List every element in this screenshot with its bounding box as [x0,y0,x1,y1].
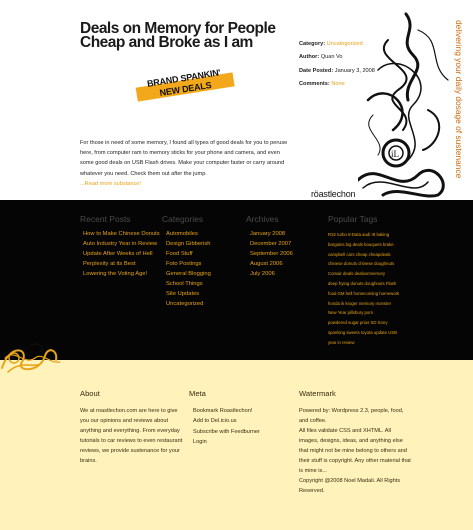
recent-posts-heading: Recent Posts [80,214,131,224]
recent-post-link[interactable]: Update After Weeks of Hell [83,250,160,260]
about-heading: About [80,389,100,398]
meta-link[interactable]: Subscribe with Feedburner [193,427,289,437]
meta-author-value: Quan Vo [320,54,343,61]
archive-link[interactable]: December 2007 [250,240,293,250]
tag-cloud-line[interactable]: food GM hell homecoming homework [328,289,399,299]
recent-post-link[interactable]: Lowering the Voting Age! [83,270,160,280]
popular-tags-heading: Popular Tags [328,214,378,224]
svg-text:iL: iL [391,149,399,159]
meta-link[interactable]: Bookmark Roastlechon! [193,406,289,416]
tag-cloud-line[interactable]: deep frying donuts doughnuts Flash [328,279,399,289]
tag-cloud-line[interactable]: honda ik kroger memory monster [328,299,399,309]
recent-post-link[interactable]: Perplexity at its Best [83,260,160,270]
watermark-heading: Watermark [299,389,336,398]
widget-bar: Recent Posts How to Make Chinese Donuts … [0,200,473,360]
meta-comments-link[interactable]: None [331,81,344,87]
read-more-link[interactable]: ...Read more substance! [80,179,292,189]
tag-cloud-line[interactable]: R32 turbo 8-Data audi r8 baking [328,230,399,240]
category-link[interactable]: Foto Postings [166,260,211,270]
archive-link[interactable]: July 2006 [250,270,293,280]
decorative-swirl-left [1,343,61,373]
watermark-copyright: Copyright @2008 Noel Madali. All Rights … [299,478,401,494]
category-link[interactable]: Food Stuff [166,250,211,260]
meta-date-label: Date Posted: [299,67,334,74]
recent-posts-widget: Recent Posts How to Make Chinese Donuts … [80,214,160,280]
post-excerpt: For those in need of some memory, I foun… [80,138,292,189]
category-link[interactable]: School Things [166,280,211,290]
popular-tags-widget: Popular Tags R32 turbo 8-Data audi r8 ba… [328,214,399,348]
brand-spankin-badge: BRAND SPANKIN' NEW DEALS [131,65,240,107]
category-link[interactable]: Design Gibberish [166,240,211,250]
site-tagline: delivering your daily dosage of sustenan… [454,20,464,179]
tag-cloud-line[interactable]: spanking sweets toyota update USB [328,328,399,338]
meta-author-label: Author: [299,54,320,61]
tag-cloud-line[interactable]: New Year pillsbury porn [328,308,399,318]
footer-about: About We at roastlechon.com are here to … [80,389,188,466]
recent-post-link[interactable]: Auto Industry Year in Review [83,240,160,250]
tag-cloud-line[interactable]: bargains big deals bouquets brake [328,240,399,250]
archive-link[interactable]: August 2006 [250,260,293,270]
footer-watermark: Watermark Powered by: Wordpress 2.3, peo… [299,389,411,496]
archive-link[interactable]: September 2006 [250,250,293,260]
category-link[interactable]: Site Updates [166,290,211,300]
watermark-powered-by: Powered by: Wordpress 2.3, people, food,… [299,408,404,424]
archives-widget: Archives January 2008 December 2007 Sept… [246,214,293,280]
watermark-validation: All files validate CSS and XHTML. All im… [299,428,411,474]
meta-heading: Meta [189,389,206,398]
footer: About We at roastlechon.com are here to … [0,360,473,530]
about-text: We at roastlechon.com are here to give y… [80,408,183,464]
category-link[interactable]: Uncategorized [166,300,211,310]
post-title[interactable]: Deals on Memory for People Cheap and Bro… [80,21,280,51]
post-body-text: For those in need of some memory, I foun… [80,140,288,177]
categories-widget: Categories Automobiles Design Gibberish … [162,214,211,310]
tag-cloud-line[interactable]: Corsair deals dealsonmemory [328,269,399,279]
archives-heading: Archives [246,214,279,224]
tag-cloud-line[interactable]: campbell cars cheap cheapdeals [328,250,399,260]
footer-meta: Meta Bookmark Roastlechon! Add to Del.ic… [189,389,289,448]
site-logo[interactable]: röastlechon [311,189,356,199]
post-area: Deals on Memory for People Cheap and Bro… [0,0,473,200]
archive-link[interactable]: January 2008 [250,230,293,240]
meta-link[interactable]: Add to Del.icio.us [193,416,289,426]
categories-heading: Categories [162,214,204,224]
category-link[interactable]: Automobiles [166,230,211,240]
tag-cloud-line[interactable]: year in review [328,338,399,348]
category-link[interactable]: General Blogging [166,270,211,280]
recent-post-link[interactable]: How to Make Chinese Donuts [83,230,160,240]
meta-link[interactable]: Login [193,437,289,447]
tag-cloud-line[interactable]: powdered sugar prius SD Sony [328,318,399,328]
tag-cloud-line[interactable]: chinese donuts chinese doughnuts [328,259,399,269]
meta-category-label: Category: [299,41,326,47]
meta-comments-label: Comments: [299,80,330,87]
